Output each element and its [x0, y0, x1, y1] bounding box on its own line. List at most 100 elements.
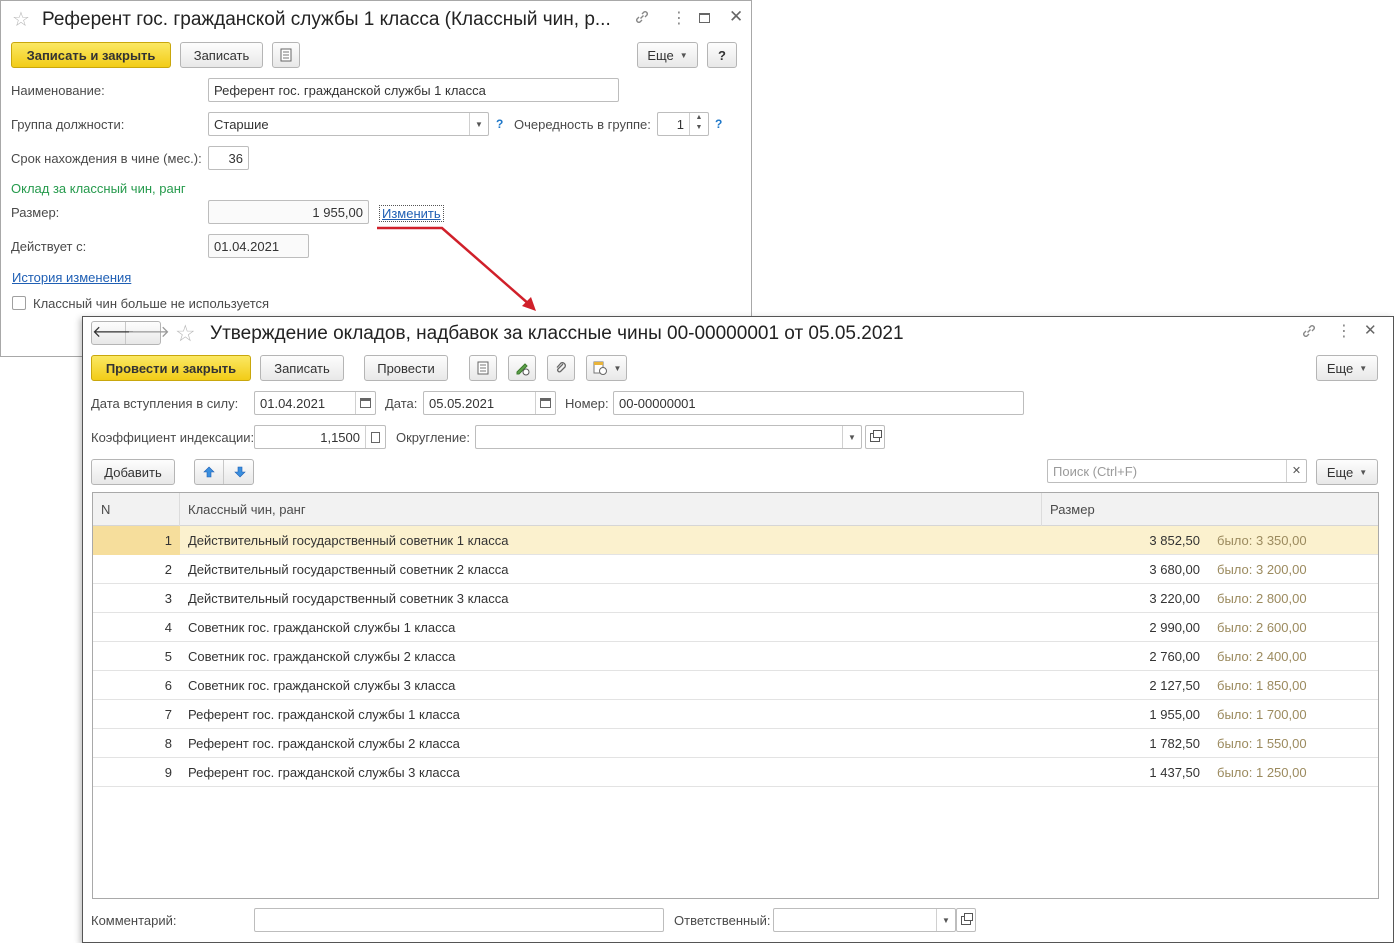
save-and-close-button[interactable]: Записать и закрыть — [11, 42, 171, 68]
order-stepper[interactable]: 1 ▲ ▼ — [657, 112, 709, 136]
responsible-label: Ответственный: — [674, 913, 771, 928]
calendar-icon[interactable] — [535, 392, 555, 414]
move-up-arrow-icon[interactable] — [195, 460, 224, 484]
cell-rank: Референт гос. гражданской службы 2 класс… — [188, 736, 460, 751]
cell-rank: Действительный государственный советник … — [188, 562, 509, 577]
cell-rank: Референт гос. гражданской службы 3 класс… — [188, 765, 460, 780]
size-label: Размер: — [11, 205, 60, 220]
cell-was: было: 2 400,00 — [1217, 649, 1307, 664]
table-more-button[interactable]: Еще ▼ — [1316, 459, 1378, 485]
table-row[interactable]: 7 Референт гос. гражданской службы 1 клас… — [93, 700, 1378, 729]
table-row[interactable]: 2 Действительный государственный советник… — [93, 555, 1378, 584]
save-button[interactable]: Записать — [260, 355, 344, 381]
chevron-down-icon: ▼ — [679, 50, 688, 60]
close-icon[interactable]: ✕ — [1364, 321, 1377, 339]
more-button[interactable]: Еще ▼ — [1316, 355, 1378, 381]
table-row[interactable]: 8 Референт гос. гражданской службы 2 клас… — [93, 729, 1378, 758]
cell-rank: Действительный государственный советник … — [188, 591, 509, 606]
more-vertical-icon[interactable]: ⋮ — [671, 8, 687, 28]
add-button[interactable]: Добавить — [91, 459, 175, 485]
ranks-table: N Классный чин, ранг Размер 1 Действитель… — [92, 492, 1379, 899]
table-row[interactable]: 4 Советник гос. гражданской службы 1 клас… — [93, 613, 1378, 642]
search-input[interactable]: Поиск (Ctrl+F) ✕ — [1047, 459, 1307, 483]
index-coef-label: Коэффициент индексации: — [91, 430, 255, 445]
order-label: Очередность в группе: — [514, 117, 651, 132]
order-help-icon[interactable]: ? — [715, 117, 722, 131]
comment-field[interactable] — [254, 908, 664, 932]
cell-rank: Референт гос. гражданской службы 1 класс… — [188, 707, 460, 722]
number-field[interactable]: 00-00000001 — [613, 391, 1024, 415]
save-button[interactable]: Записать — [180, 42, 263, 68]
nav-buttons: 🡐 🡒 — [91, 321, 170, 345]
term-label: Срок нахождения в чине (мес.): — [11, 151, 202, 166]
dropdown-arrow-icon[interactable]: ▼ — [469, 113, 488, 135]
cell-size: 3 220,00 — [1149, 591, 1200, 606]
chevron-down-icon: ▼ — [1359, 363, 1368, 373]
cell-n: 7 — [164, 707, 172, 722]
edit-posting-icon[interactable] — [508, 355, 536, 381]
report-list-icon[interactable] — [469, 355, 497, 381]
window-title: Утверждение окладов, надбавок за классны… — [210, 323, 904, 344]
open-responsible-button[interactable] — [956, 908, 976, 932]
cell-was: было: 1 850,00 — [1217, 678, 1307, 693]
favorite-star-icon[interactable]: ☆ — [12, 7, 30, 32]
attachment-icon[interactable] — [547, 355, 575, 381]
header-n[interactable]: N — [93, 493, 180, 526]
open-rounding-button[interactable] — [865, 425, 885, 449]
move-down-arrow-icon[interactable] — [225, 460, 254, 484]
responsible-select[interactable]: ▼ — [773, 908, 956, 932]
dropdown-arrow-icon[interactable]: ▼ — [936, 909, 955, 931]
table-more-label: Еще — [1326, 464, 1354, 480]
header-size[interactable]: Размер — [1042, 493, 1378, 526]
cell-was: было: 2 800,00 — [1217, 591, 1307, 606]
change-link[interactable]: Изменить — [379, 205, 444, 222]
back-arrow-icon[interactable]: 🡐 — [92, 322, 135, 344]
table-row[interactable]: 6 Советник гос. гражданской службы 3 клас… — [93, 671, 1378, 700]
link-icon[interactable] — [1301, 323, 1317, 343]
cell-n: 4 — [164, 620, 172, 635]
calendar-icon[interactable] — [355, 392, 375, 414]
group-select[interactable]: Старшие ▼ — [208, 112, 489, 136]
help-button[interactable]: ? — [707, 42, 737, 68]
effective-date-field[interactable]: 01.04.2021 — [254, 391, 376, 415]
report-list-icon[interactable] — [272, 42, 300, 68]
close-icon[interactable]: ✕ — [729, 7, 743, 27]
dropdown-arrow-icon[interactable]: ▼ — [842, 426, 861, 448]
forward-arrow-icon[interactable]: 🡒 — [127, 322, 170, 344]
more-vertical-icon[interactable]: ⋮ — [1336, 321, 1352, 341]
date-field[interactable]: 05.05.2021 — [423, 391, 556, 415]
header-rank[interactable]: Классный чин, ранг — [180, 493, 1042, 526]
cell-n: 1 — [93, 526, 180, 555]
more-button[interactable]: Еще ▼ — [637, 42, 698, 68]
cell-was: было: 3 350,00 — [1217, 533, 1307, 548]
post-and-close-button[interactable]: Провести и закрыть — [91, 355, 251, 381]
table-row[interactable]: 9 Референт гос. гражданской службы 3 клас… — [93, 758, 1378, 787]
effective-date-label: Дата вступления в силу: — [91, 396, 239, 411]
document-create-icon — [593, 361, 607, 375]
table-row[interactable]: 1 Действительный государственный советник… — [93, 526, 1378, 555]
rounding-select[interactable]: ▼ — [475, 425, 862, 449]
open-icon — [870, 429, 882, 442]
term-field[interactable]: 36 — [208, 146, 249, 170]
cell-size: 2 127,50 — [1149, 678, 1200, 693]
maximize-icon[interactable] — [699, 13, 710, 23]
cell-size: 1 782,50 — [1149, 736, 1200, 751]
name-field[interactable]: Референт гос. гражданской службы 1 класс… — [208, 78, 619, 102]
history-link[interactable]: История изменения — [12, 270, 131, 285]
link-icon[interactable] — [634, 9, 650, 29]
post-button[interactable]: Провести — [364, 355, 448, 381]
create-based-on-button[interactable]: ▼ — [586, 355, 627, 381]
table-row[interactable]: 3 Действительный государственный советник… — [93, 584, 1378, 613]
table-row[interactable]: 5 Советник гос. гражданской службы 2 клас… — [93, 642, 1378, 671]
cell-n: 2 — [164, 562, 172, 577]
calculator-icon[interactable] — [365, 426, 385, 448]
unused-checkbox[interactable] — [12, 296, 26, 310]
cell-n: 6 — [164, 678, 172, 693]
salary-section-title: Оклад за классный чин, ранг — [11, 181, 186, 196]
stepper-arrows-icon[interactable]: ▲ ▼ — [689, 113, 708, 135]
group-help-icon[interactable]: ? — [496, 117, 503, 131]
favorite-star-icon[interactable]: ☆ — [175, 320, 196, 347]
clear-search-icon[interactable]: ✕ — [1286, 460, 1306, 482]
search-placeholder: Поиск (Ctrl+F) — [1053, 463, 1138, 479]
index-coef-field[interactable]: 1,1500 — [254, 425, 386, 449]
